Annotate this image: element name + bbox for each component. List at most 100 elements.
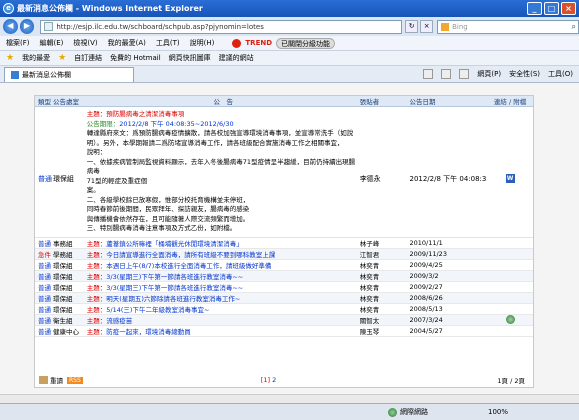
refresh-icon[interactable]: ↻ bbox=[405, 20, 419, 33]
zoom-level[interactable]: 100% bbox=[488, 408, 508, 416]
back-icon[interactable]: ◀ bbox=[3, 19, 18, 34]
header-type: 類型 bbox=[38, 98, 51, 106]
menu-favorites[interactable]: 我的最愛(A) bbox=[108, 38, 146, 48]
horizontal-scrollbar[interactable] bbox=[0, 394, 579, 403]
menu-view[interactable]: 檢視(V) bbox=[73, 38, 97, 48]
header-unit: 公告處室 bbox=[52, 98, 79, 106]
trend-logo-icon bbox=[232, 38, 242, 48]
row-date: 2004/5/27 bbox=[409, 326, 443, 335]
row-unit: 衛生組 bbox=[52, 316, 73, 325]
favorite-link-4[interactable]: 建議的網站 bbox=[219, 53, 254, 63]
tab-label: 最新消息公佈欄 bbox=[22, 70, 71, 79]
reload-icon bbox=[39, 376, 48, 384]
command-page[interactable]: 網頁(P) bbox=[477, 69, 501, 79]
row-date: 2007/3/24 bbox=[409, 315, 443, 324]
command-bar: 網頁(P) 安全性(S) 工具(O) bbox=[423, 69, 573, 79]
table-row: 急件 學務組 主題：今日請宣導進行全面消毒，請所有班級不要到哪科教室上課 江智君 200… bbox=[35, 248, 533, 260]
row-type: 普通 bbox=[38, 294, 51, 303]
add-favorite-icon[interactable]: ★ bbox=[58, 53, 66, 63]
print-icon[interactable] bbox=[459, 69, 470, 79]
word-attachment-icon[interactable]: W bbox=[505, 174, 515, 183]
board-header: 類型 公告處室 公 告 張貼者 公告日期 連結 / 附檔 bbox=[35, 96, 533, 107]
row-author: 陳玉琴 bbox=[359, 327, 380, 336]
row-unit: 環保組 bbox=[52, 283, 73, 292]
page-count: 1頁 / 2頁 bbox=[497, 377, 525, 385]
row-date: 2010/11/1 bbox=[409, 238, 443, 247]
tab-bar: 最新消息公佈欄 網頁(P) 安全性(S) 工具(O) bbox=[0, 66, 579, 83]
row-title-link[interactable]: 主題：蘆葦鎮公所嘛裡「桶埔觀光休閒環境清潔消毒」 bbox=[87, 238, 360, 248]
row-unit: 學務組 bbox=[52, 250, 73, 259]
address-toolbar: ◀ ▶ http://esjp.ilc.edu.tw/schboard/schp… bbox=[0, 17, 579, 36]
command-tools[interactable]: 工具(O) bbox=[548, 69, 573, 79]
header-author: 張貼者 bbox=[359, 98, 380, 106]
favorite-link-3[interactable]: 網頁快訊圖庫 bbox=[169, 53, 211, 63]
link-globe-icon[interactable] bbox=[505, 315, 515, 324]
row-title-link[interactable]: 主題：3/3(星期三)下午第一節請各班進行教室消毒~~ bbox=[87, 282, 360, 292]
row-unit: 環保組 bbox=[52, 305, 73, 314]
close-button[interactable]: × bbox=[561, 2, 576, 15]
forward-icon[interactable]: ▶ bbox=[19, 19, 35, 34]
row-author: 林奕青 bbox=[359, 261, 380, 270]
window-title: 最新消息公佈欄 - Windows Internet Explorer bbox=[17, 4, 203, 13]
menu-tools[interactable]: 工具(T) bbox=[156, 38, 180, 48]
row-author: 林子峰 bbox=[359, 239, 380, 248]
row-unit: 健康中心 bbox=[52, 327, 79, 336]
favorite-link-2[interactable]: 免費的 Hotmail bbox=[110, 53, 161, 63]
table-row: 普通 衛生組 主題：流感疫苗 關智太 2007/3/24 bbox=[35, 314, 533, 326]
feeds-icon[interactable] bbox=[441, 69, 452, 79]
page-content: 類型 公告處室 公 告 張貼者 公告日期 連結 / 附檔 普通 環保組 主題：預… bbox=[0, 83, 579, 403]
trend-brand: TREND bbox=[245, 39, 273, 47]
row-title-link[interactable]: 主題：防疫一起來，環境消毒總動員 bbox=[87, 326, 360, 336]
command-safety[interactable]: 安全性(S) bbox=[509, 69, 540, 79]
post-line: 說明： bbox=[86, 148, 107, 156]
row-unit: 環保組 bbox=[52, 294, 73, 303]
table-row: 普通 環保組 主題：5/14(三)下午二年級教室消毒事宜~ 林奕青 2008/5/13 bbox=[35, 304, 533, 315]
bing-icon bbox=[441, 22, 450, 31]
row-date: 2009/11/23 bbox=[409, 249, 447, 258]
post-list: 普通 事務組 主題：蘆葦鎮公所嘛裡「桶埔觀光休閒環境清潔消毒」 林子峰 2010/11/… bbox=[35, 238, 533, 337]
row-title-link[interactable]: 主題：3/3(星期三)下午第一節請各班進行教室消毒~~ bbox=[87, 271, 360, 281]
favorites-button[interactable]: 我的最愛 bbox=[22, 53, 50, 63]
bulletin-board: 類型 公告處室 公 告 張貼者 公告日期 連結 / 附檔 普通 環保組 主題：預… bbox=[34, 95, 534, 388]
address-field[interactable]: http://esjp.ilc.edu.tw/schboard/schpub.a… bbox=[40, 19, 403, 34]
maximize-button[interactable]: □ bbox=[544, 2, 559, 15]
post-line: 轉達縣府來文：爲預防腸病毒疫情擴散，請各校加強宣導環境消毒事項，並宣導常洗手（如… bbox=[86, 129, 354, 137]
row-unit: 事務組 bbox=[52, 239, 73, 248]
search-input[interactable]: Bing ⌕ bbox=[437, 19, 579, 34]
reload-button[interactable]: 重讀 bbox=[39, 375, 63, 385]
table-row: 普通 環保組 主題：3/3(星期三)下午第一節請各班進行教室消毒~~ 林奕青 2009/… bbox=[35, 270, 533, 282]
tab-board[interactable]: 最新消息公佈欄 bbox=[4, 66, 134, 82]
search-icon[interactable]: ⌕ bbox=[572, 22, 576, 32]
row-title-link[interactable]: 主題：本週日上午(8/7)本校進行全面消毒工作，請班級做好準備 bbox=[87, 260, 360, 270]
row-title-link[interactable]: 主題：5/14(三)下午二年級教室消毒事宜~ bbox=[87, 304, 360, 314]
table-row: 普通 環保組 主題：3/3(星期三)下午第一節請各班進行教室消毒~~ 林奕青 2009/… bbox=[35, 282, 533, 293]
stop-icon[interactable]: × bbox=[420, 20, 434, 33]
menu-file[interactable]: 檔案(F) bbox=[6, 38, 30, 48]
row-type: 急件 bbox=[38, 250, 51, 259]
row-title-link[interactable]: 主題：流感疫苗 bbox=[87, 315, 360, 325]
menu-bar: 檔案(F) 編輯(E) 檢視(V) 我的最愛(A) 工具(T) 說明(H) TR… bbox=[0, 36, 579, 51]
post-title[interactable]: 主題：預防腸病毒之清潔消毒事項 bbox=[87, 110, 360, 120]
post-body: 主題：預防腸病毒之清潔消毒事項 公告期限：2012/2/8 下午 04:08:3… bbox=[87, 110, 360, 234]
reload-label: 重讀 bbox=[50, 377, 63, 385]
favorites-star-icon: ★ bbox=[6, 53, 15, 63]
page-next[interactable]: 2 bbox=[272, 376, 276, 384]
row-title-link[interactable]: 主題：明天(星期五)六節除請各班進行教室消毒工作~ bbox=[87, 293, 360, 303]
search-placeholder: Bing bbox=[452, 22, 468, 31]
row-title-link[interactable]: 主題：今日請宣導進行全面消毒，請所有班級不要到哪科教室上課 bbox=[87, 249, 360, 259]
trend-status-button[interactable]: 已關閉分級功能 bbox=[276, 37, 336, 49]
menu-help[interactable]: 說明(H) bbox=[190, 38, 215, 48]
row-date: 2009/2/27 bbox=[409, 282, 443, 291]
rss-button[interactable]: RSS bbox=[67, 376, 83, 384]
favorite-link-1[interactable]: 自訂連結 bbox=[74, 53, 102, 63]
row-author: 林奕青 bbox=[359, 305, 380, 314]
row-type: 普通 bbox=[38, 261, 51, 270]
status-bar: 網際網路 100% bbox=[0, 403, 579, 420]
post-line: 明）。另外，本學期報請二爲防堵宣導消毒工作，請各班級配合實施消毒工作之相關事宜， bbox=[86, 138, 344, 147]
row-type: 普通 bbox=[38, 239, 51, 248]
menu-edit[interactable]: 編輯(E) bbox=[40, 38, 64, 48]
post-line: 二、各級學校餘已放寒假，惟部分校托育機構並未停班， bbox=[86, 195, 250, 204]
page-current[interactable]: [1] bbox=[261, 376, 270, 384]
home-icon[interactable] bbox=[423, 69, 434, 79]
minimize-button[interactable]: _ bbox=[527, 2, 542, 15]
